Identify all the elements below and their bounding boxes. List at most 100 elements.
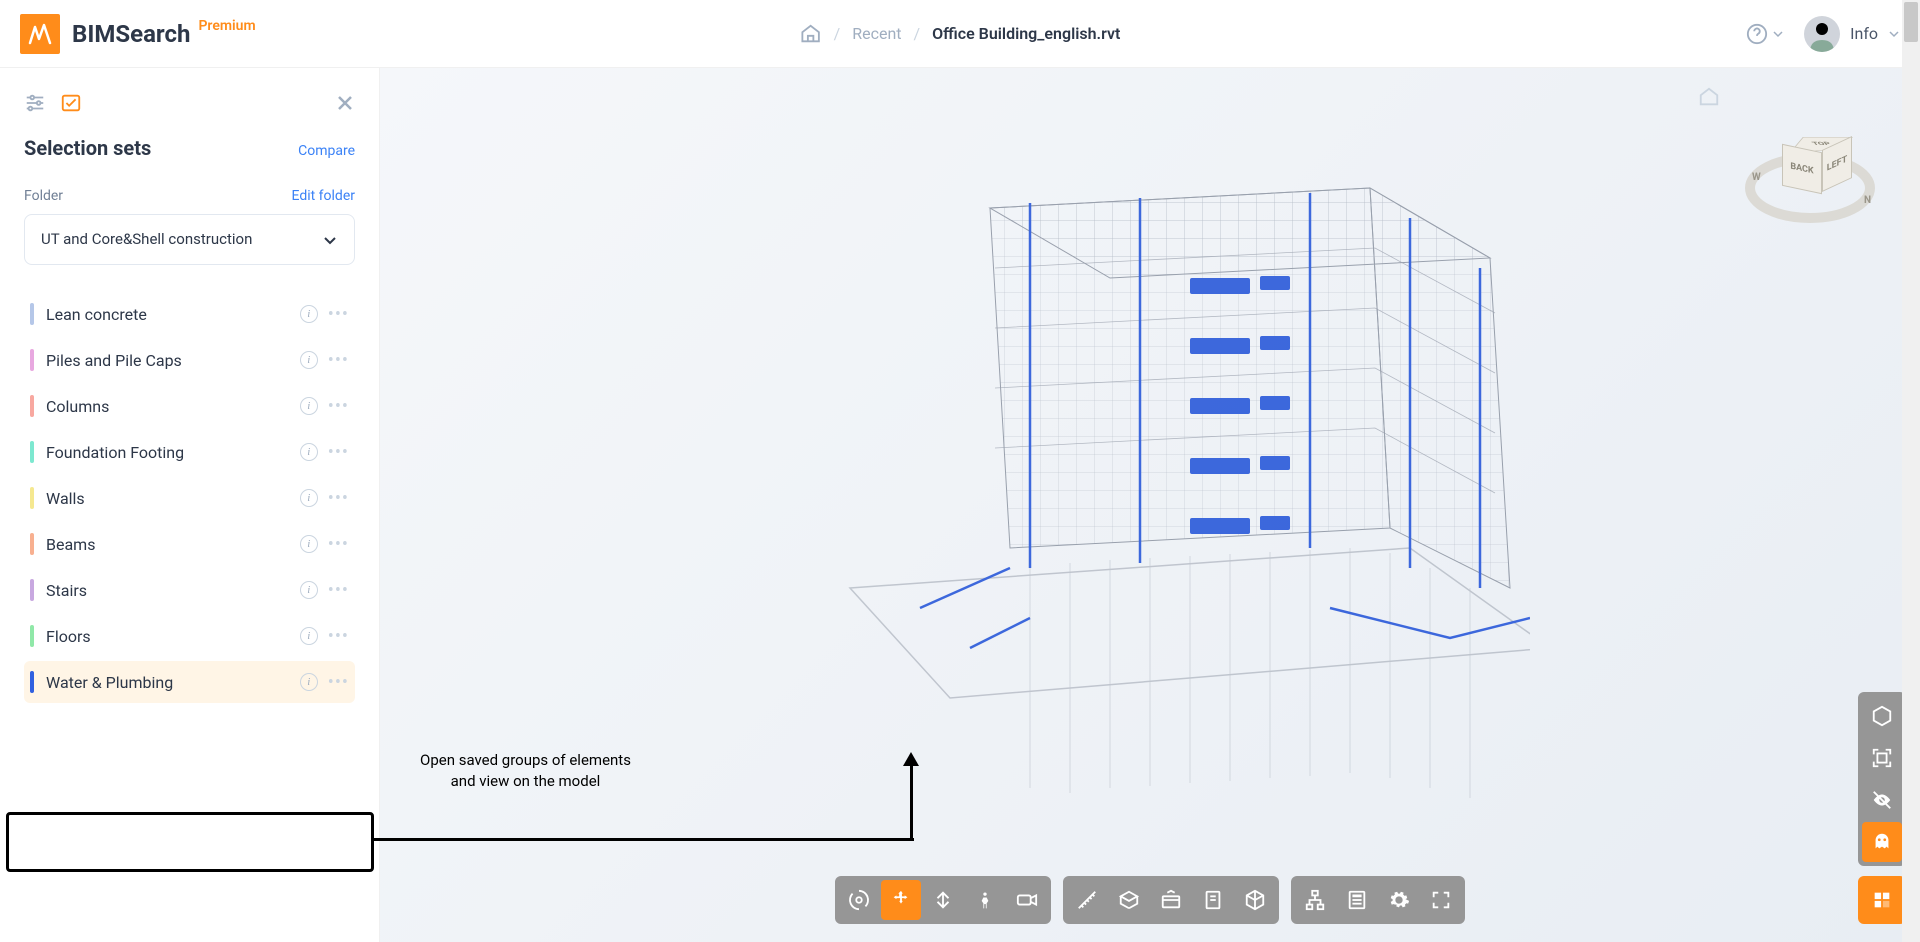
info-icon[interactable]: i	[300, 627, 318, 645]
edit-folder-link[interactable]: Edit folder	[292, 188, 356, 204]
more-icon[interactable]: •••	[328, 304, 349, 325]
set-list: Lean concrete i ••• Piles and Pile Caps …	[24, 293, 355, 703]
logo-icon	[20, 14, 60, 54]
more-icon[interactable]: •••	[328, 396, 349, 417]
explode-icon[interactable]	[1151, 880, 1191, 920]
more-icon[interactable]: •••	[328, 580, 349, 601]
set-actions: i •••	[300, 304, 349, 325]
settings-icon[interactable]	[1379, 880, 1419, 920]
set-actions: i •••	[300, 534, 349, 555]
set-item[interactable]: Piles and Pile Caps i •••	[24, 339, 355, 381]
view-cube[interactable]: W N TOP BACK LEFT	[1740, 108, 1880, 248]
set-item[interactable]: Beams i •••	[24, 523, 355, 565]
set-item[interactable]: Water & Plumbing i •••	[24, 661, 355, 703]
breadcrumb-recent[interactable]: Recent	[852, 24, 901, 43]
model-browser-icon[interactable]	[1193, 880, 1233, 920]
premium-badge: Premium	[198, 18, 255, 34]
folder-select[interactable]: UT and Core&Shell construction	[24, 214, 355, 265]
chevron-down-icon	[1888, 28, 1900, 40]
compare-link[interactable]: Compare	[298, 143, 355, 159]
hide-icon[interactable]	[1862, 780, 1902, 820]
breadcrumb-sep: /	[834, 24, 841, 43]
isolate-icon[interactable]	[1862, 880, 1902, 920]
annotation-line1: Open saved groups of elements	[420, 750, 631, 771]
filters-icon[interactable]	[24, 92, 46, 114]
model-3d[interactable]	[770, 148, 1530, 828]
info-icon[interactable]: i	[300, 397, 318, 415]
set-color-bar	[30, 625, 34, 647]
annotation-arrow-h	[374, 838, 914, 841]
user-label: Info	[1850, 24, 1878, 43]
walk-icon[interactable]	[965, 880, 1005, 920]
annotation-line2: and view on the model	[420, 771, 631, 792]
panel-title-row: Selection sets Compare	[24, 136, 355, 160]
info-icon[interactable]: i	[300, 351, 318, 369]
info-icon[interactable]: i	[300, 673, 318, 691]
breadcrumb-current: Office Building_english.rvt	[932, 24, 1120, 43]
annotation-arrow-head	[903, 752, 919, 766]
more-icon[interactable]: •••	[328, 626, 349, 647]
cube-back[interactable]: BACK	[1782, 144, 1822, 195]
info-icon[interactable]: i	[300, 305, 318, 323]
more-icon[interactable]: •••	[328, 534, 349, 555]
measure-icon[interactable]	[1067, 880, 1107, 920]
set-name: Beams	[46, 535, 300, 554]
fullscreen-icon[interactable]	[1421, 880, 1461, 920]
folder-selected: UT and Core&Shell construction	[41, 229, 252, 250]
chevron-down-icon	[1772, 28, 1784, 40]
info-icon[interactable]: i	[300, 443, 318, 461]
set-item[interactable]: Columns i •••	[24, 385, 355, 427]
ghost-icon[interactable]	[1862, 822, 1902, 862]
scrollbar[interactable]	[1902, 0, 1920, 942]
more-icon[interactable]: •••	[328, 488, 349, 509]
properties-icon[interactable]	[1337, 880, 1377, 920]
cube-3d[interactable]: TOP BACK LEFT	[1782, 138, 1840, 196]
set-actions: i •••	[300, 442, 349, 463]
user-menu[interactable]: Info	[1804, 16, 1900, 52]
set-item[interactable]: Foundation Footing i •••	[24, 431, 355, 473]
chevron-down-icon	[322, 232, 338, 248]
set-color-bar	[30, 671, 34, 693]
home-icon[interactable]	[800, 23, 822, 45]
more-icon[interactable]: •••	[328, 672, 349, 693]
nav-tools	[835, 876, 1051, 924]
set-color-bar	[30, 579, 34, 601]
set-color-bar	[30, 533, 34, 555]
sidebar-tabs	[24, 92, 355, 114]
annotation-arrow-v	[910, 760, 913, 840]
measure-tools	[1063, 876, 1279, 924]
more-icon[interactable]: •••	[328, 350, 349, 371]
zoom-icon[interactable]	[923, 880, 963, 920]
selection-sets-icon[interactable]	[60, 92, 82, 114]
sidebar: Selection sets Compare Folder Edit folde…	[0, 68, 380, 942]
cube-icon[interactable]	[1235, 880, 1275, 920]
close-icon[interactable]	[335, 93, 355, 113]
set-name: Columns	[46, 397, 300, 416]
viewport-3d[interactable]: W N TOP BACK LEFT	[380, 68, 1920, 942]
tree-icon[interactable]	[1295, 880, 1335, 920]
help-button[interactable]	[1746, 23, 1784, 45]
svg-text:W: W	[1752, 172, 1761, 183]
fit-icon[interactable]	[1862, 738, 1902, 778]
home-view-icon[interactable]	[1698, 86, 1720, 108]
orbit-icon[interactable]	[839, 880, 879, 920]
set-name: Stairs	[46, 581, 300, 600]
right-toolbar	[1858, 692, 1906, 924]
set-color-bar	[30, 349, 34, 371]
svg-text:N: N	[1864, 195, 1871, 206]
set-item[interactable]: Floors i •••	[24, 615, 355, 657]
info-icon[interactable]: i	[300, 581, 318, 599]
camera-icon[interactable]	[1007, 880, 1047, 920]
box-icon[interactable]	[1862, 696, 1902, 736]
info-icon[interactable]: i	[300, 535, 318, 553]
info-icon[interactable]: i	[300, 489, 318, 507]
set-name: Floors	[46, 627, 300, 646]
pan-icon[interactable]	[881, 880, 921, 920]
set-item[interactable]: Stairs i •••	[24, 569, 355, 611]
section-icon[interactable]	[1109, 880, 1149, 920]
set-item[interactable]: Lean concrete i •••	[24, 293, 355, 335]
more-icon[interactable]: •••	[328, 442, 349, 463]
set-item[interactable]: Walls i •••	[24, 477, 355, 519]
set-name: Lean concrete	[46, 305, 300, 324]
set-actions: i •••	[300, 488, 349, 509]
